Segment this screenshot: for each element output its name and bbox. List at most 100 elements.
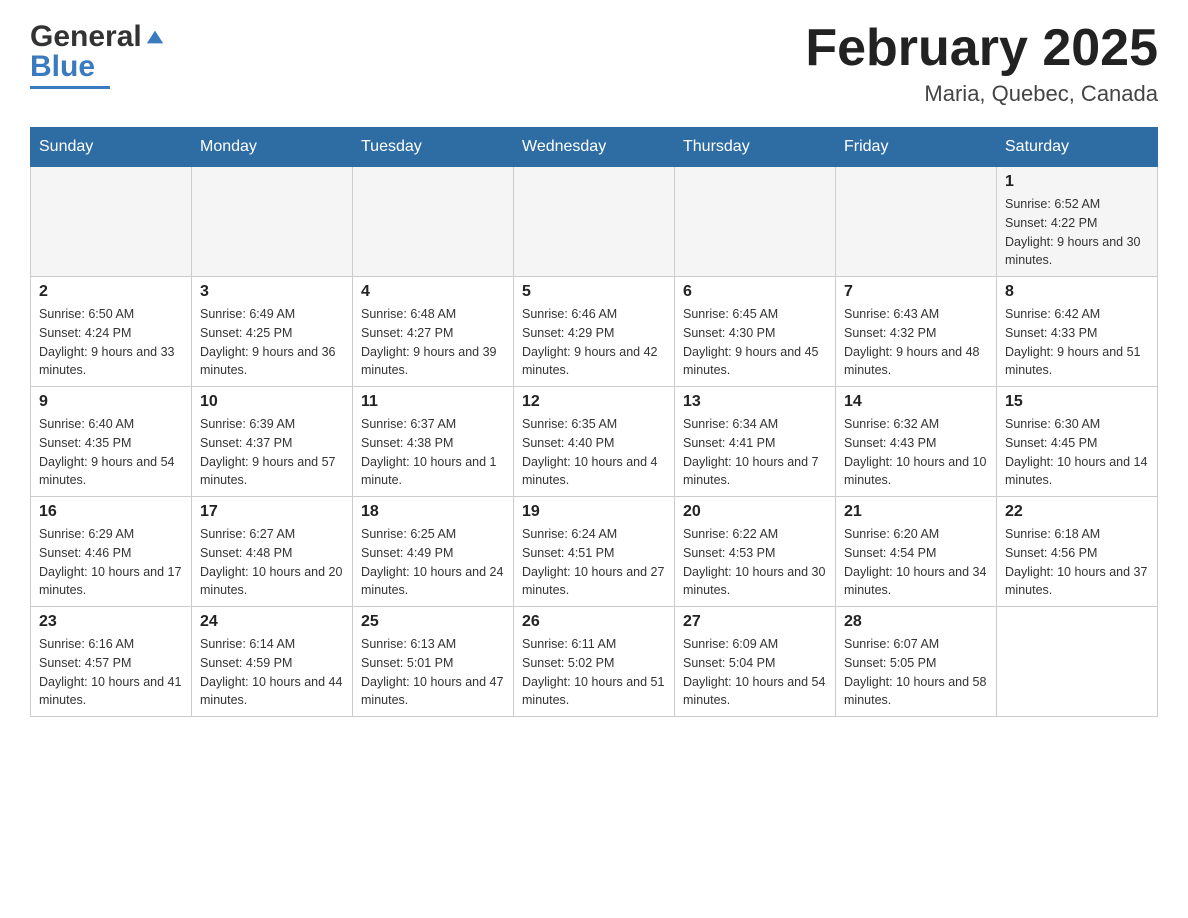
day-number: 27: [683, 613, 827, 631]
logo-underline: [30, 86, 110, 89]
day-number: 19: [522, 503, 666, 521]
day-info: Sunrise: 6:20 AM Sunset: 4:54 PM Dayligh…: [844, 525, 988, 600]
day-number: 11: [361, 393, 505, 411]
day-cell: [997, 607, 1158, 717]
day-number: 22: [1005, 503, 1149, 521]
day-number: 21: [844, 503, 988, 521]
day-number: 3: [200, 283, 344, 301]
weekday-header-wednesday: Wednesday: [514, 128, 675, 167]
day-number: 16: [39, 503, 183, 521]
day-number: 14: [844, 393, 988, 411]
day-cell: 12 Sunrise: 6:35 AM Sunset: 4:40 PM Dayli…: [514, 387, 675, 497]
day-number: 10: [200, 393, 344, 411]
day-info: Sunrise: 6:25 AM Sunset: 4:49 PM Dayligh…: [361, 525, 505, 600]
day-cell: 22 Sunrise: 6:18 AM Sunset: 4:56 PM Dayli…: [997, 497, 1158, 607]
day-number: 28: [844, 613, 988, 631]
day-info: Sunrise: 6:48 AM Sunset: 4:27 PM Dayligh…: [361, 305, 505, 380]
day-info: Sunrise: 6:30 AM Sunset: 4:45 PM Dayligh…: [1005, 415, 1149, 490]
day-cell: 26Sunrise: 6:11 AM Sunset: 5:02 PM Dayli…: [514, 607, 675, 717]
week-row-3: 9 Sunrise: 6:40 AM Sunset: 4:35 PM Daylig…: [31, 387, 1158, 497]
day-cell: 9 Sunrise: 6:40 AM Sunset: 4:35 PM Daylig…: [31, 387, 192, 497]
day-cell: 8 Sunrise: 6:42 AM Sunset: 4:33 PM Daylig…: [997, 277, 1158, 387]
day-cell: 21 Sunrise: 6:20 AM Sunset: 4:54 PM Dayli…: [836, 497, 997, 607]
day-cell: 15 Sunrise: 6:30 AM Sunset: 4:45 PM Dayli…: [997, 387, 1158, 497]
day-info: Sunrise: 6:09 AM Sunset: 5:04 PM Dayligh…: [683, 635, 827, 710]
logo-text-black: General: [30, 20, 142, 54]
day-info: Sunrise: 6:40 AM Sunset: 4:35 PM Dayligh…: [39, 415, 183, 490]
day-number: 2: [39, 283, 183, 301]
page-header: General Blue February 2025 Maria, Quebec…: [30, 20, 1158, 107]
day-number: 8: [1005, 283, 1149, 301]
day-cell: [675, 167, 836, 277]
day-number: 20: [683, 503, 827, 521]
day-cell: [192, 167, 353, 277]
day-cell: [353, 167, 514, 277]
day-cell: 25 Sunrise: 6:13 AM Sunset: 5:01 PM Dayli…: [353, 607, 514, 717]
day-info: Sunrise: 6:16 AM Sunset: 4:57 PM Dayligh…: [39, 635, 183, 710]
day-cell: 3Sunrise: 6:49 AM Sunset: 4:25 PM Daylig…: [192, 277, 353, 387]
day-cell: 19Sunrise: 6:24 AM Sunset: 4:51 PM Dayli…: [514, 497, 675, 607]
day-info: Sunrise: 6:37 AM Sunset: 4:38 PM Dayligh…: [361, 415, 505, 490]
day-cell: 4 Sunrise: 6:48 AM Sunset: 4:27 PM Daylig…: [353, 277, 514, 387]
day-number: 23: [39, 613, 183, 631]
day-info: Sunrise: 6:11 AM Sunset: 5:02 PM Dayligh…: [522, 635, 666, 710]
day-number: 4: [361, 283, 505, 301]
day-info: Sunrise: 6:35 AM Sunset: 4:40 PM Dayligh…: [522, 415, 666, 490]
day-info: Sunrise: 6:29 AM Sunset: 4:46 PM Dayligh…: [39, 525, 183, 600]
day-info: Sunrise: 6:45 AM Sunset: 4:30 PM Dayligh…: [683, 305, 827, 380]
day-number: 18: [361, 503, 505, 521]
day-cell: 2 Sunrise: 6:50 AM Sunset: 4:24 PM Daylig…: [31, 277, 192, 387]
weekday-header-thursday: Thursday: [675, 128, 836, 167]
day-info: Sunrise: 6:52 AM Sunset: 4:22 PM Dayligh…: [1005, 195, 1149, 270]
weekday-header-row: SundayMondayTuesdayWednesdayThursdayFrid…: [31, 128, 1158, 167]
day-cell: 16 Sunrise: 6:29 AM Sunset: 4:46 PM Dayli…: [31, 497, 192, 607]
week-row-2: 2 Sunrise: 6:50 AM Sunset: 4:24 PM Daylig…: [31, 277, 1158, 387]
day-info: Sunrise: 6:42 AM Sunset: 4:33 PM Dayligh…: [1005, 305, 1149, 380]
weekday-header-friday: Friday: [836, 128, 997, 167]
logo-icon: [145, 27, 165, 47]
day-cell: 11 Sunrise: 6:37 AM Sunset: 4:38 PM Dayli…: [353, 387, 514, 497]
day-number: 17: [200, 503, 344, 521]
day-cell: [514, 167, 675, 277]
day-info: Sunrise: 6:39 AM Sunset: 4:37 PM Dayligh…: [200, 415, 344, 490]
day-cell: 20Sunrise: 6:22 AM Sunset: 4:53 PM Dayli…: [675, 497, 836, 607]
day-number: 9: [39, 393, 183, 411]
day-cell: [836, 167, 997, 277]
weekday-header-monday: Monday: [192, 128, 353, 167]
day-info: Sunrise: 6:43 AM Sunset: 4:32 PM Dayligh…: [844, 305, 988, 380]
weekday-header-saturday: Saturday: [997, 128, 1158, 167]
day-number: 7: [844, 283, 988, 301]
day-info: Sunrise: 6:14 AM Sunset: 4:59 PM Dayligh…: [200, 635, 344, 710]
day-cell: 7 Sunrise: 6:43 AM Sunset: 4:32 PM Daylig…: [836, 277, 997, 387]
day-cell: 24 Sunrise: 6:14 AM Sunset: 4:59 PM Dayli…: [192, 607, 353, 717]
day-number: 24: [200, 613, 344, 631]
day-number: 25: [361, 613, 505, 631]
day-cell: 1 Sunrise: 6:52 AM Sunset: 4:22 PM Daylig…: [997, 167, 1158, 277]
day-cell: 13 Sunrise: 6:34 AM Sunset: 4:41 PM Dayli…: [675, 387, 836, 497]
title-area: February 2025 Maria, Quebec, Canada: [805, 20, 1158, 107]
weekday-header-sunday: Sunday: [31, 128, 192, 167]
week-row-4: 16 Sunrise: 6:29 AM Sunset: 4:46 PM Dayli…: [31, 497, 1158, 607]
day-cell: [31, 167, 192, 277]
day-cell: 14 Sunrise: 6:32 AM Sunset: 4:43 PM Dayli…: [836, 387, 997, 497]
day-cell: 27 Sunrise: 6:09 AM Sunset: 5:04 PM Dayli…: [675, 607, 836, 717]
month-title: February 2025: [805, 20, 1158, 77]
day-info: Sunrise: 6:13 AM Sunset: 5:01 PM Dayligh…: [361, 635, 505, 710]
day-info: Sunrise: 6:46 AM Sunset: 4:29 PM Dayligh…: [522, 305, 666, 380]
day-number: 15: [1005, 393, 1149, 411]
day-cell: 23 Sunrise: 6:16 AM Sunset: 4:57 PM Dayli…: [31, 607, 192, 717]
day-cell: 5 Sunrise: 6:46 AM Sunset: 4:29 PM Daylig…: [514, 277, 675, 387]
day-number: 5: [522, 283, 666, 301]
day-info: Sunrise: 6:34 AM Sunset: 4:41 PM Dayligh…: [683, 415, 827, 490]
day-number: 6: [683, 283, 827, 301]
calendar-table: SundayMondayTuesdayWednesdayThursdayFrid…: [30, 127, 1158, 717]
day-info: Sunrise: 6:07 AM Sunset: 5:05 PM Dayligh…: [844, 635, 988, 710]
weekday-header-tuesday: Tuesday: [353, 128, 514, 167]
day-info: Sunrise: 6:50 AM Sunset: 4:24 PM Dayligh…: [39, 305, 183, 380]
day-number: 12: [522, 393, 666, 411]
day-number: 1: [1005, 173, 1149, 191]
day-info: Sunrise: 6:18 AM Sunset: 4:56 PM Dayligh…: [1005, 525, 1149, 600]
day-info: Sunrise: 6:32 AM Sunset: 4:43 PM Dayligh…: [844, 415, 988, 490]
day-number: 13: [683, 393, 827, 411]
day-cell: 18 Sunrise: 6:25 AM Sunset: 4:49 PM Dayli…: [353, 497, 514, 607]
